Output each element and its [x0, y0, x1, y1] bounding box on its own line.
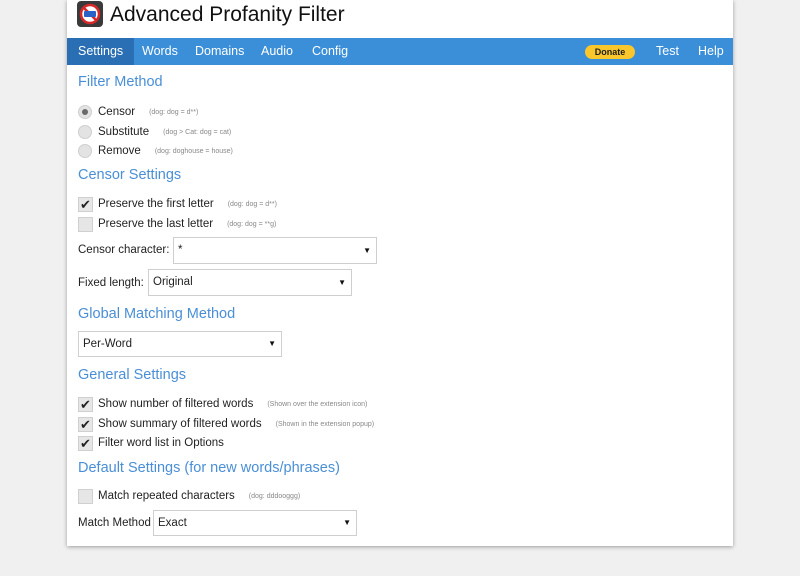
global-matching-title: Global Matching Method — [78, 306, 236, 322]
chevron-down-icon: ▼ — [338, 278, 346, 287]
fixed-length-label: Fixed length: — [78, 277, 144, 289]
donate-button[interactable]: Donate — [585, 45, 635, 59]
preserve-first-checkbox[interactable]: ✔ — [78, 196, 93, 212]
match-method-value: Exact — [158, 517, 187, 529]
show-count-hint: (Shown over the extension icon) — [267, 400, 368, 408]
tab-help[interactable]: Help — [687, 38, 735, 65]
preserve-last-checkbox[interactable] — [78, 216, 93, 232]
censor-radio[interactable] — [78, 105, 92, 119]
global-matching-select[interactable]: Per-Word ▼ — [78, 331, 282, 357]
censor-character-value: * — [178, 244, 183, 256]
chevron-down-icon: ▼ — [268, 339, 276, 348]
tab-config[interactable]: Config — [301, 38, 359, 65]
show-summary-row[interactable]: ✔ Show summary of filtered words (Shown … — [78, 415, 374, 433]
preserve-first-hint: (dog: dog = d**) — [227, 200, 277, 208]
substitute-label: Substitute — [98, 126, 150, 138]
show-summary-hint: (Shown in the extension popup) — [275, 420, 375, 428]
app-logo-icon — [77, 1, 103, 27]
censor-settings-title: Censor Settings — [78, 167, 182, 183]
show-count-checkbox[interactable]: ✔ — [78, 396, 93, 412]
censor-label: Censor — [98, 106, 136, 118]
filter-word-list-row[interactable]: ✔ Filter word list in Options — [78, 434, 224, 452]
show-count-label: Show number of filtered words — [98, 398, 254, 410]
tab-domains[interactable]: Domains — [184, 38, 255, 65]
nav-bar: Settings Words Domains Audio Config Dona… — [67, 38, 733, 65]
show-count-row[interactable]: ✔ Show number of filtered words (Shown o… — [78, 395, 367, 413]
substitute-hint: (dog > Cat: dog = cat) — [163, 128, 232, 136]
filter-option-substitute[interactable]: Substitute (dog > Cat: dog = cat) — [78, 123, 231, 141]
preserve-last-label: Preserve the last letter — [98, 218, 214, 230]
substitute-radio[interactable] — [78, 125, 92, 139]
match-repeated-checkbox[interactable] — [78, 488, 93, 504]
show-summary-label: Show summary of filtered words — [98, 418, 262, 430]
filter-option-remove[interactable]: Remove (dog: doghouse = house) — [78, 142, 233, 160]
match-method-select[interactable]: Exact ▼ — [153, 510, 357, 536]
remove-hint: (dog: doghouse = house) — [154, 147, 233, 155]
chevron-down-icon: ▼ — [343, 518, 351, 527]
app-title: Advanced Profanity Filter — [110, 3, 345, 26]
preserve-first-row[interactable]: ✔ Preserve the first letter (dog: dog = … — [78, 195, 277, 213]
remove-radio[interactable] — [78, 144, 92, 158]
censor-hint: (dog: dog = d**) — [149, 108, 199, 116]
match-repeated-hint: (dog: dddooggg) — [248, 492, 301, 500]
remove-label: Remove — [98, 145, 141, 157]
fixed-length-value: Original — [153, 276, 193, 288]
global-matching-value: Per-Word — [83, 338, 132, 350]
fixed-length-select[interactable]: Original ▼ — [148, 269, 352, 296]
tab-test[interactable]: Test — [645, 38, 690, 65]
filter-method-title: Filter Method — [78, 74, 163, 90]
chevron-down-icon: ▼ — [363, 246, 371, 255]
header: Advanced Profanity Filter — [67, 0, 733, 38]
censor-character-select[interactable]: * ▼ — [173, 237, 377, 264]
show-summary-checkbox[interactable]: ✔ — [78, 416, 93, 432]
preserve-first-label: Preserve the first letter — [98, 198, 214, 210]
match-repeated-label: Match repeated characters — [98, 490, 235, 502]
tab-words[interactable]: Words — [131, 38, 189, 65]
tab-audio[interactable]: Audio — [250, 38, 304, 65]
preserve-last-hint: (dog: dog = **g) — [227, 220, 277, 228]
preserve-last-row[interactable]: Preserve the last letter (dog: dog = **g… — [78, 215, 276, 233]
match-method-label: Match Method — [78, 517, 151, 529]
filter-word-list-checkbox[interactable]: ✔ — [78, 435, 93, 451]
tab-settings[interactable]: Settings — [67, 38, 135, 65]
filter-option-censor[interactable]: Censor (dog: dog = d**) — [78, 103, 198, 121]
options-page: Advanced Profanity Filter Settings Words… — [67, 0, 733, 546]
filter-word-list-label: Filter word list in Options — [98, 437, 224, 449]
default-settings-title: Default Settings (for new words/phrases) — [78, 460, 340, 476]
match-repeated-row[interactable]: Match repeated characters (dog: dddooggg… — [78, 487, 300, 505]
censor-character-label: Censor character: — [78, 244, 170, 256]
general-settings-title: General Settings — [78, 367, 187, 383]
